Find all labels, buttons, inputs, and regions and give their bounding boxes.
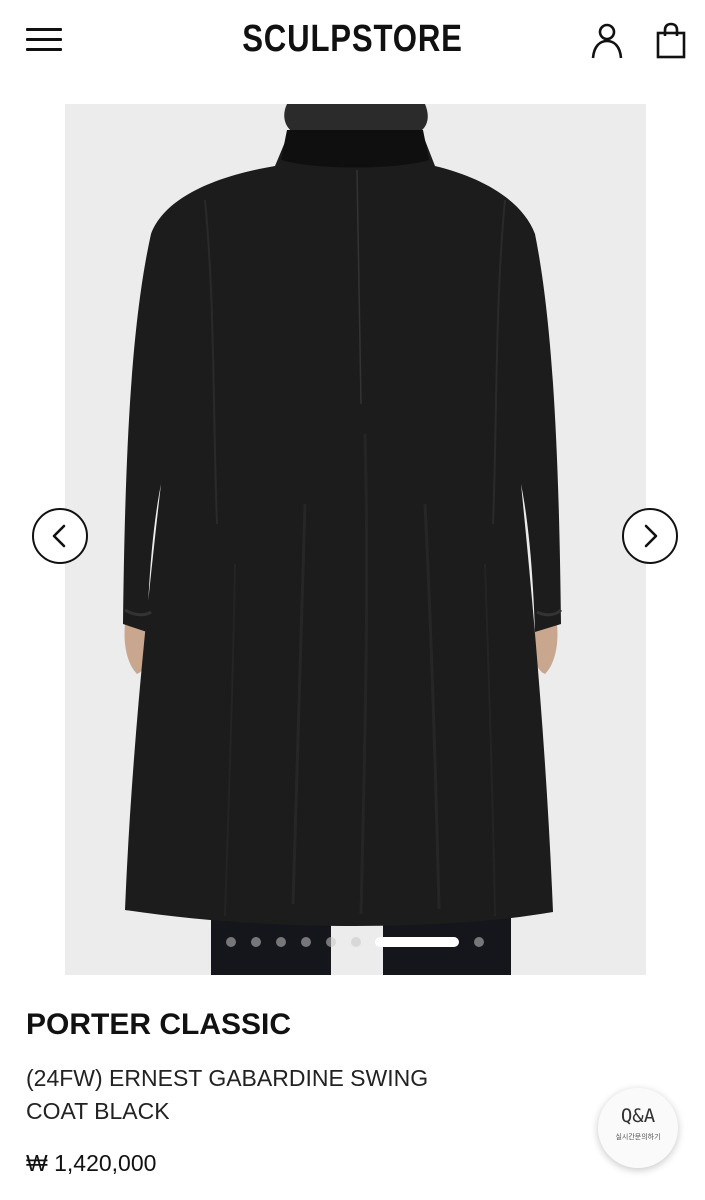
carousel-dot[interactable] xyxy=(326,937,336,947)
chevron-right-icon xyxy=(644,524,658,548)
product-title: (24FW) ERNEST GABARDINE SWING COAT BLACK xyxy=(26,1065,429,1124)
carousel-dot[interactable] xyxy=(251,937,261,947)
product-image xyxy=(65,104,646,975)
product-image-gallery[interactable] xyxy=(65,104,646,975)
carousel-pagination xyxy=(222,936,502,948)
shopping-bag-icon[interactable] xyxy=(654,22,688,60)
carousel-dot[interactable] xyxy=(301,937,311,947)
brand-name[interactable]: PORTER CLASSIC xyxy=(26,1008,291,1042)
carousel-dot[interactable] xyxy=(226,937,236,947)
qa-sub-label: 실시간문의하기 xyxy=(615,1134,661,1141)
carousel-dot[interactable] xyxy=(351,937,361,947)
previous-image-button[interactable] xyxy=(32,508,88,564)
next-image-button[interactable] xyxy=(622,508,678,564)
product-price: ₩ 1,420,000 xyxy=(26,1150,157,1176)
chevron-left-icon xyxy=(52,524,66,548)
site-header: SCULPSTORE xyxy=(0,0,705,82)
carousel-dot-active[interactable] xyxy=(375,937,459,947)
carousel-dot[interactable] xyxy=(276,937,286,947)
hamburger-menu-icon[interactable] xyxy=(26,26,64,54)
user-icon[interactable] xyxy=(588,22,626,60)
carousel-dot[interactable] xyxy=(474,937,484,947)
site-logo[interactable]: SCULPSTORE xyxy=(63,18,641,61)
qa-label: Q&A xyxy=(620,1105,656,1127)
qa-chat-button[interactable]: Q&A 실시간문의하기 xyxy=(598,1088,678,1168)
